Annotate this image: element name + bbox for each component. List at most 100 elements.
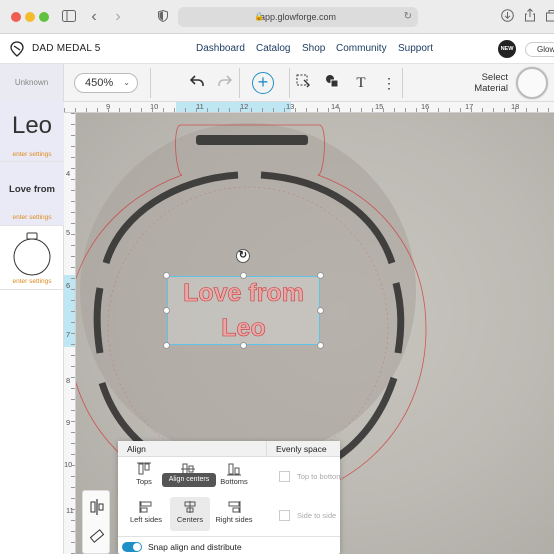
address-bar[interactable]: 🔒 app.glowforge.com ↻ xyxy=(178,7,418,27)
align-left-sides-icon xyxy=(139,501,152,513)
select-material-label[interactable]: Select Material xyxy=(462,72,508,94)
resize-handle[interactable] xyxy=(163,307,170,314)
url-text: app.glowforge.com xyxy=(259,12,337,22)
align-left-sides-button[interactable]: Left sides xyxy=(126,497,166,531)
browser-chrome: ‹ › 🔒 app.glowforge.com ↻ xyxy=(0,0,554,34)
thumbnail-label: Leo xyxy=(11,112,53,139)
ruler-label: 6 xyxy=(66,281,71,290)
resize-handle[interactable] xyxy=(240,272,247,279)
enter-settings-link[interactable]: enter settings xyxy=(0,278,64,285)
glow-account-button[interactable]: Glow xyxy=(525,42,554,57)
evenly-space-header: Evenly space xyxy=(266,441,340,457)
add-artwork-button[interactable]: + xyxy=(252,72,274,94)
ruler-label: 9 xyxy=(66,418,71,427)
horizontal-ruler: 9 10 11 12 13 14 15 16 17 18 xyxy=(64,102,554,113)
ruler-label: 4 xyxy=(66,169,71,178)
downloads-icon[interactable] xyxy=(500,8,514,26)
app-navbar: DAD MEDAL 5 Dashboard Catalog Shop Commu… xyxy=(0,34,554,64)
more-options-icon[interactable]: ⋮ xyxy=(380,74,398,92)
ruler-ticks xyxy=(71,113,75,554)
ruler-ticks xyxy=(64,108,554,112)
side-to-side-icon xyxy=(279,510,290,521)
resize-handle[interactable] xyxy=(163,272,170,279)
align-header: Align xyxy=(118,441,266,457)
fullscreen-window-button[interactable] xyxy=(39,12,49,22)
align-horizontal-centers-icon xyxy=(184,501,196,513)
toolbar-divider xyxy=(402,68,403,98)
nav-link-dashboard[interactable]: Dashboard xyxy=(196,43,245,54)
resize-handle[interactable] xyxy=(240,342,247,349)
align-bottoms-label: Bottoms xyxy=(220,477,248,486)
ruler-tool-icon[interactable] xyxy=(90,529,104,543)
material-thumbnail[interactable] xyxy=(516,67,548,99)
align-distribute-icon[interactable] xyxy=(90,499,104,515)
ruler-label: 8 xyxy=(66,376,71,385)
minimize-window-button[interactable] xyxy=(25,12,35,22)
resize-handle[interactable] xyxy=(317,342,324,349)
artwork-thumbnail-leo[interactable]: Leo enter settings xyxy=(0,102,64,162)
align-centers-horizontal-button[interactable]: Centers xyxy=(170,497,210,531)
trace-image-icon[interactable] xyxy=(294,74,312,92)
canvas-tool-strip xyxy=(82,490,110,554)
tabs-overview-icon[interactable] xyxy=(545,8,554,26)
resize-handle[interactable] xyxy=(163,342,170,349)
share-icon[interactable] xyxy=(523,8,537,26)
shapes-icon[interactable] xyxy=(323,74,341,92)
distribute-top-to-bottom-button[interactable]: Top to bottom xyxy=(297,472,342,481)
align-tops-icon xyxy=(137,462,151,475)
redo-icon[interactable] xyxy=(216,74,234,92)
align-right-sides-button[interactable]: Right sides xyxy=(214,497,254,531)
rotate-handle-icon[interactable]: ↻ xyxy=(236,249,250,263)
nav-link-support[interactable]: Support xyxy=(398,43,433,54)
resize-handle[interactable] xyxy=(317,272,324,279)
toolbar-divider xyxy=(239,68,240,98)
glowforge-logo-icon[interactable] xyxy=(10,41,24,57)
align-centers-tooltip: Align centers xyxy=(162,473,216,487)
align-bottoms-icon xyxy=(227,463,241,476)
top-to-bottom-icon xyxy=(279,471,290,482)
back-icon[interactable]: ‹ xyxy=(88,8,100,26)
machine-status[interactable]: Unknown xyxy=(0,64,64,102)
design-toolbar: Unknown 450% ⌄ + T ⋮ Select Material xyxy=(0,64,554,102)
lock-icon: 🔒 xyxy=(254,12,264,21)
forward-icon[interactable]: › xyxy=(112,8,124,26)
zoom-value: 450% xyxy=(85,77,114,89)
enter-settings-link[interactable]: enter settings xyxy=(0,214,64,221)
ruler-label: 7 xyxy=(66,330,71,339)
vertical-ruler: 4 5 6 7 8 9 10 11 xyxy=(64,113,76,554)
engrave-text-line-2: Leo xyxy=(221,314,266,343)
medal-outline-thumbnail xyxy=(13,232,51,276)
text-tool-icon[interactable]: T xyxy=(352,74,370,92)
zoom-select[interactable]: 450% ⌄ xyxy=(74,73,138,93)
toolbar-divider xyxy=(150,68,151,98)
distribute-side-to-side-button[interactable]: Side to side xyxy=(297,511,336,520)
project-title[interactable]: DAD MEDAL 5 xyxy=(32,43,101,54)
artwork-sidebar: Leo enter settings Love from enter setti… xyxy=(0,102,64,554)
snap-align-label: Snap align and distribute xyxy=(148,542,242,552)
snap-align-toggle[interactable] xyxy=(122,542,142,552)
resize-handle[interactable] xyxy=(317,307,324,314)
reload-icon[interactable]: ↻ xyxy=(404,7,412,27)
artwork-thumbnail-love-from[interactable]: Love from enter settings xyxy=(0,162,64,226)
engrave-text-line-1: Love from xyxy=(183,279,304,308)
close-window-button[interactable] xyxy=(11,12,21,22)
toolbar-divider xyxy=(289,68,290,98)
align-bottoms-button[interactable]: Bottoms xyxy=(214,459,254,493)
privacy-shield-icon[interactable] xyxy=(157,8,169,26)
nav-link-community[interactable]: Community xyxy=(336,43,387,54)
undo-icon[interactable] xyxy=(188,74,206,92)
align-left-sides-label: Left sides xyxy=(129,515,163,524)
nav-link-shop[interactable]: Shop xyxy=(302,43,325,54)
chevron-down-icon: ⌄ xyxy=(123,78,130,87)
artwork-thumbnail-medal-outline[interactable]: enter settings xyxy=(0,226,64,290)
panel-divider xyxy=(118,536,340,537)
enter-settings-link[interactable]: enter settings xyxy=(0,151,64,158)
align-tops-button[interactable]: Tops xyxy=(124,459,164,493)
ruler-label: 5 xyxy=(66,228,71,237)
new-features-badge[interactable]: NEW xyxy=(498,40,516,58)
thumbnail-label: Love from xyxy=(9,184,55,195)
nav-link-catalog[interactable]: Catalog xyxy=(256,43,290,54)
align-right-sides-icon xyxy=(228,501,241,513)
sidebar-toggle-icon[interactable] xyxy=(60,8,78,26)
align-centers-label: Centers xyxy=(176,515,204,524)
